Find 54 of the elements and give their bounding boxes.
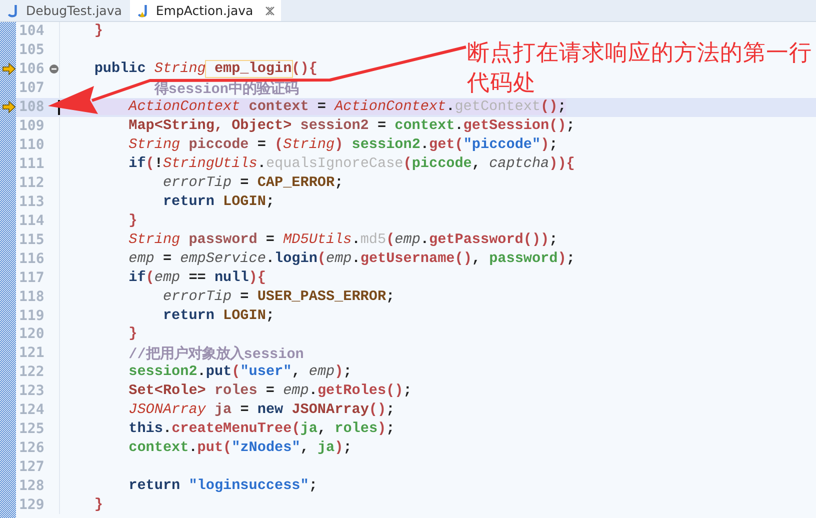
line-number: 104	[18, 23, 46, 40]
line-number: 125	[18, 421, 46, 438]
code-line: Map<String, Object> session2 = context.getSession();	[128, 118, 575, 134]
code-line: }	[93, 496, 103, 513]
code-line: context.put("zNodes", ja);	[128, 440, 352, 456]
editor-tab[interactable]: EmpAction.java	[130, 0, 282, 21]
code-line: if(emp == null){	[128, 270, 266, 286]
line-number: 122	[18, 364, 46, 380]
line-number: 114	[18, 212, 46, 229]
code-line: String piccode = (String) session2.get("piccode");	[128, 137, 558, 154]
code-line: errorTip = USER_PASS_ERROR;	[162, 288, 395, 305]
code-line: Set<Role> roles = emp.getRoles();	[128, 383, 412, 400]
close-icon[interactable]	[265, 6, 276, 16]
line-number: 109	[18, 118, 46, 134]
code-line: JSONArray ja = new JSONArray();	[128, 402, 395, 418]
line-number: 110	[18, 137, 46, 154]
code-line: //把用户对象放入session	[128, 344, 304, 363]
code-line: String password = MD5Utils.md5(emp.getPassword());	[128, 232, 558, 248]
line-number: 116	[18, 250, 46, 267]
line-number: 106	[18, 61, 46, 78]
line-number: 127	[18, 459, 46, 476]
line-number: 105	[18, 42, 46, 58]
code-line: this.createMenuTree(ja, roles);	[128, 421, 395, 438]
collapse-icon[interactable]	[49, 64, 59, 74]
line-number: 107	[18, 80, 46, 96]
line-number: 123	[18, 383, 46, 400]
line-number: 128	[18, 478, 46, 494]
line-number: 117	[18, 270, 46, 286]
annotation-text: 断点打在请求响应的方法的第一行代码处	[467, 39, 812, 98]
code-line: }	[93, 23, 103, 40]
line-number: 118	[18, 288, 46, 305]
code-line: emp = empService.login(emp.getUsername(), password);	[128, 250, 575, 267]
java-file-icon	[8, 4, 20, 18]
line-number: 129	[18, 496, 46, 513]
line-number: 121	[18, 345, 46, 362]
line-number: 120	[18, 326, 46, 342]
line-number: 126	[18, 440, 46, 456]
code-line: if(!StringUtils.equalsIgnoreCase(piccode, captcha)){	[128, 156, 575, 172]
code-line: }	[128, 326, 138, 342]
line-number: 115	[18, 232, 46, 248]
line-number: 124	[18, 402, 46, 418]
line-number: 119	[18, 308, 46, 324]
code-line: return LOGIN;	[162, 194, 275, 210]
code-line: return "loginsuccess";	[128, 478, 318, 494]
code-line: errorTip = CAP_ERROR;	[162, 174, 344, 191]
code-line: 得session中的验证码	[153, 80, 298, 98]
code-line: return LOGIN;	[162, 308, 275, 324]
line-number: 113	[18, 194, 46, 210]
java-file-warning-icon	[138, 4, 150, 18]
code-line: }	[128, 212, 138, 229]
code-line: session2.put("user", emp);	[128, 364, 352, 380]
line-number: 111	[18, 156, 46, 172]
code-line: public String emp_login(){	[93, 61, 318, 78]
line-number: 112	[18, 174, 46, 191]
